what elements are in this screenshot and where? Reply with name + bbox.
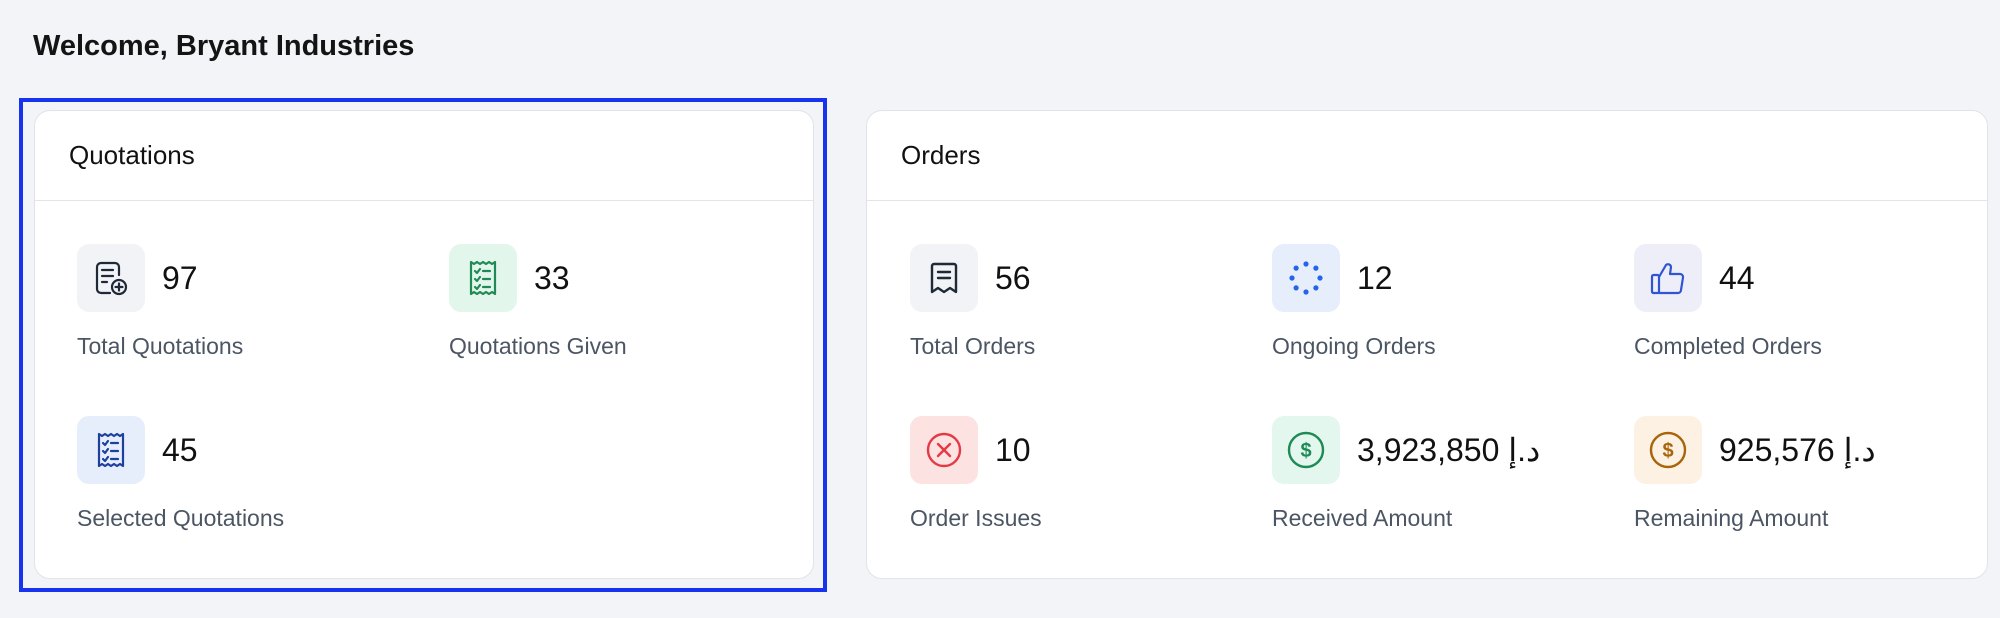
stat-label: Total Quotations — [77, 333, 244, 359]
stat-label: Quotations Given — [449, 333, 627, 359]
receipt-icon — [910, 244, 978, 312]
loading-icon — [1272, 244, 1340, 312]
completed-orders-stat[interactable]: 44 Completed Orders — [1634, 244, 1822, 360]
stat-value: 10 — [995, 431, 1031, 468]
checklist-icon — [449, 244, 517, 312]
dollar-circle-icon: $ — [1272, 416, 1340, 484]
ongoing-orders-stat[interactable]: 12 Ongoing Orders — [1272, 244, 1436, 360]
stat-label: Remaining Amount — [1634, 505, 1829, 531]
stat-label: Total Orders — [910, 333, 1036, 359]
orders-card-title: Orders — [867, 111, 1987, 201]
total-orders-stat[interactable]: 56 Total Orders — [910, 244, 1035, 360]
remaining-amount-stat[interactable]: $ 925,576 د.إ Remaining Amount — [1634, 416, 1876, 532]
stat-value: 45 — [162, 431, 198, 468]
stat-value: 44 — [1719, 259, 1755, 296]
stat-value: 12 — [1357, 259, 1393, 296]
stat-value: 97 — [162, 259, 198, 296]
checklist-icon — [77, 416, 145, 484]
selected-quotations-stat[interactable]: 45 Selected Quotations — [77, 416, 284, 532]
stat-label: Ongoing Orders — [1272, 333, 1436, 359]
stat-value: 925,576 د.إ — [1719, 432, 1876, 468]
order-issues-stat[interactable]: 10 Order Issues — [910, 416, 1042, 532]
svg-text:$: $ — [1300, 440, 1311, 462]
x-circle-icon — [910, 416, 978, 484]
stat-label: Selected Quotations — [77, 505, 285, 531]
orders-card: Orders 56 Total Orders 12 Ongoing Orders… — [866, 110, 1988, 579]
received-amount-stat[interactable]: $ 3,923,850 د.إ Received Amount — [1272, 416, 1540, 532]
welcome-heading: Welcome, Bryant Industries — [33, 30, 415, 62]
thumbs-up-icon — [1634, 244, 1702, 312]
stat-label: Order Issues — [910, 505, 1042, 531]
dollar-circle-icon: $ — [1634, 416, 1702, 484]
stat-label: Received Amount — [1272, 505, 1453, 531]
quotations-card: Quotations 97 Total Quotations 33 Quotat… — [34, 110, 814, 579]
svg-text:$: $ — [1662, 440, 1673, 462]
stat-value: 56 — [995, 259, 1031, 296]
quotations-card-title: Quotations — [35, 111, 813, 201]
stat-label: Completed Orders — [1634, 333, 1822, 359]
total-quotations-stat[interactable]: 97 Total Quotations — [77, 244, 243, 360]
stat-value: 33 — [534, 259, 570, 296]
stat-value: 3,923,850 د.إ — [1357, 432, 1541, 468]
document-add-icon — [77, 244, 145, 312]
quotations-given-stat[interactable]: 33 Quotations Given — [449, 244, 627, 360]
